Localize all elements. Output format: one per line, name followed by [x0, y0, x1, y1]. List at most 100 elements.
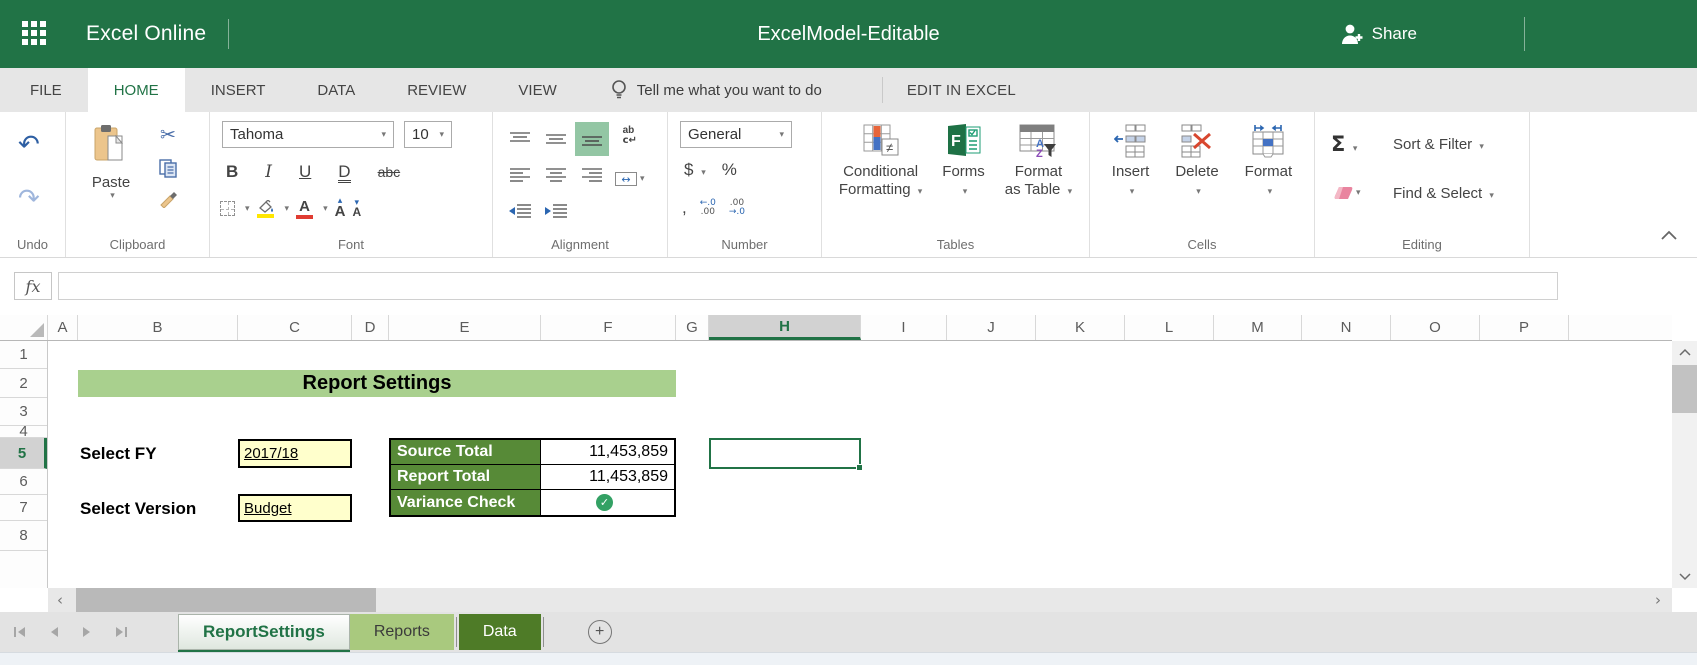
- column-header-h-selected[interactable]: H: [709, 315, 861, 340]
- align-top-button[interactable]: [503, 122, 537, 156]
- row-header-1[interactable]: 1: [0, 341, 47, 369]
- align-center-button[interactable]: [539, 158, 573, 192]
- source-total-label-cell[interactable]: Source Total: [391, 440, 541, 464]
- autosum-button[interactable]: Σ ▾: [1331, 132, 1361, 156]
- currency-button[interactable]: $ ▾: [684, 160, 706, 180]
- double-underline-button[interactable]: D: [338, 163, 350, 183]
- tab-view[interactable]: VIEW: [492, 68, 582, 112]
- tell-me-box[interactable]: Tell me what you want to do: [611, 68, 822, 112]
- variance-check-label-cell[interactable]: Variance Check: [391, 490, 541, 515]
- sheet-tab-data[interactable]: Data: [459, 614, 541, 650]
- strikethrough-button[interactable]: abc: [378, 164, 401, 180]
- tab-review[interactable]: REVIEW: [381, 68, 492, 112]
- row-header-7[interactable]: 7: [0, 495, 47, 521]
- scroll-down-button[interactable]: [1672, 566, 1697, 588]
- align-right-button[interactable]: [575, 158, 609, 192]
- font-color-dropdown-arrow[interactable]: ▾: [323, 204, 328, 214]
- percent-button[interactable]: %: [722, 160, 737, 180]
- increase-indent-button[interactable]: [539, 194, 573, 228]
- sheet-canvas[interactable]: Report Settings Select FY 2017/18 Select…: [48, 341, 1672, 588]
- fill-color-dropdown-arrow[interactable]: ▾: [285, 204, 290, 214]
- format-painter-button[interactable]: [158, 190, 178, 208]
- fx-button[interactable]: fx: [14, 272, 52, 300]
- column-header-e[interactable]: E: [389, 315, 541, 340]
- tab-home[interactable]: HOME: [88, 68, 185, 112]
- edit-in-excel-button[interactable]: EDIT IN EXCEL: [907, 68, 1016, 112]
- horizontal-scrollbar[interactable]: ‹ ›: [48, 588, 1672, 612]
- clear-button[interactable]: ▾: [1331, 186, 1361, 200]
- select-fy-label[interactable]: Select FY: [80, 438, 157, 469]
- scroll-left-button[interactable]: ‹: [48, 591, 72, 609]
- vertical-scrollbar[interactable]: [1672, 341, 1697, 588]
- sheet-tab-reports[interactable]: Reports: [350, 614, 454, 650]
- select-fy-input-cell[interactable]: 2017/18: [238, 439, 352, 468]
- last-sheet-icon[interactable]: [114, 626, 128, 638]
- select-version-label[interactable]: Select Version: [80, 495, 196, 522]
- add-sheet-button[interactable]: +: [588, 620, 612, 644]
- tab-file[interactable]: FILE: [4, 68, 88, 112]
- tab-data[interactable]: DATA: [291, 68, 381, 112]
- formula-input[interactable]: [58, 272, 1558, 300]
- increase-decimal-button[interactable]: ←.0 .00: [700, 199, 716, 218]
- redo-button[interactable]: ↷: [18, 184, 40, 214]
- font-size-select[interactable]: 10 ▾: [404, 121, 452, 148]
- scroll-right-button[interactable]: ›: [1646, 591, 1670, 609]
- undo-button[interactable]: ↶: [18, 130, 40, 160]
- fill-handle[interactable]: [856, 464, 863, 471]
- align-middle-button[interactable]: [539, 122, 573, 156]
- shrink-font-button[interactable]: ▾ A: [352, 200, 361, 218]
- report-settings-banner[interactable]: Report Settings: [78, 370, 676, 397]
- borders-dropdown-arrow[interactable]: ▾: [245, 204, 250, 214]
- column-header-l[interactable]: L: [1125, 315, 1214, 340]
- find-select-button[interactable]: Find & Select ▾: [1393, 185, 1494, 202]
- grow-font-button[interactable]: ▴ A: [335, 198, 346, 219]
- comma-style-button[interactable]: ,: [682, 198, 687, 218]
- row-header-3[interactable]: 3: [0, 398, 47, 426]
- row-header-5-selected[interactable]: 5: [0, 438, 47, 469]
- row-header-6[interactable]: 6: [0, 469, 47, 495]
- wrap-text-button[interactable]: ab c↵: [623, 126, 637, 146]
- vertical-scroll-thumb[interactable]: [1672, 365, 1697, 413]
- column-header-b[interactable]: B: [78, 315, 238, 340]
- number-format-select[interactable]: General ▾: [680, 121, 792, 148]
- font-name-select[interactable]: Tahoma ▾: [222, 121, 394, 148]
- column-header-d[interactable]: D: [352, 315, 389, 340]
- select-all-corner[interactable]: [0, 315, 48, 340]
- underline-button[interactable]: U: [299, 162, 311, 182]
- column-header-n[interactable]: N: [1302, 315, 1391, 340]
- column-header-p[interactable]: P: [1480, 315, 1569, 340]
- selected-cell-h5[interactable]: [709, 438, 861, 469]
- row-header-2[interactable]: 2: [0, 369, 47, 398]
- cut-button[interactable]: ✂: [158, 124, 178, 146]
- align-left-button[interactable]: [503, 158, 537, 192]
- column-header-k[interactable]: K: [1036, 315, 1125, 340]
- variance-check-value-cell[interactable]: ✓: [541, 490, 674, 515]
- bold-button[interactable]: B: [226, 162, 238, 182]
- decrease-decimal-button[interactable]: .00 →.0: [729, 199, 745, 218]
- column-header-o[interactable]: O: [1391, 315, 1480, 340]
- next-sheet-icon[interactable]: [81, 626, 93, 638]
- paste-dropdown-arrow[interactable]: ▾: [83, 191, 142, 201]
- column-header-a[interactable]: A: [48, 315, 78, 340]
- italic-button[interactable]: I: [265, 162, 272, 182]
- column-header-j[interactable]: J: [947, 315, 1036, 340]
- sort-filter-button[interactable]: Sort & Filter ▾: [1393, 136, 1494, 153]
- previous-sheet-icon[interactable]: [48, 626, 60, 638]
- column-header-m[interactable]: M: [1214, 315, 1302, 340]
- first-sheet-icon[interactable]: [13, 626, 27, 638]
- merge-cells-button[interactable]: ↔ ▾: [615, 172, 645, 186]
- report-total-value-cell[interactable]: 11,453,859: [541, 465, 674, 489]
- tab-insert[interactable]: INSERT: [185, 68, 292, 112]
- column-header-i[interactable]: I: [861, 315, 947, 340]
- fill-color-button[interactable]: [257, 200, 275, 218]
- copy-button[interactable]: [158, 158, 178, 178]
- decrease-indent-button[interactable]: [503, 194, 537, 228]
- borders-icon[interactable]: [220, 201, 235, 216]
- collapse-ribbon-button[interactable]: [1661, 227, 1677, 245]
- row-header-4[interactable]: 4: [0, 426, 47, 438]
- horizontal-scroll-thumb[interactable]: [76, 588, 376, 612]
- share-button[interactable]: Share: [1340, 23, 1417, 45]
- column-header-g[interactable]: G: [676, 315, 709, 340]
- report-total-label-cell[interactable]: Report Total: [391, 465, 541, 489]
- paste-button[interactable]: Paste ▾: [80, 124, 142, 201]
